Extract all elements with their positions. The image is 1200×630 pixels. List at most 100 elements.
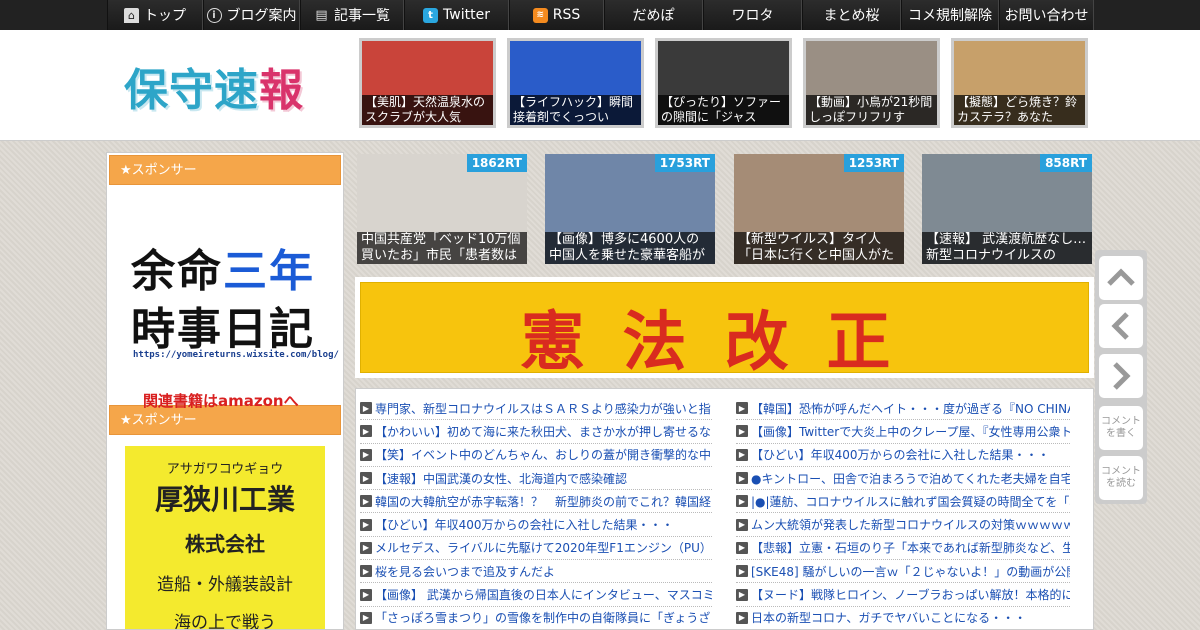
news-item[interactable]: ▶ 【ひどい】年収400万からの会社に入社した結果・・・ xyxy=(360,513,712,537)
site-logo[interactable]: 保守速報 xyxy=(124,54,304,118)
thumb-caption: 【ライフハック】瞬間接着剤でくっつい xyxy=(510,95,641,125)
bullet-icon: ▶ xyxy=(360,518,372,531)
banner-text: 憲法改正 xyxy=(520,305,929,380)
news-item[interactable]: ▶ 【画像】Twitterで大炎上中のクレープ屋、『女性専用公衆トイ xyxy=(736,420,1070,444)
news-item[interactable]: ▶ 「さっぽろ雪まつり」の雪像を制作中の自衛隊員に「ぎょうざ xyxy=(360,607,712,629)
news-item[interactable]: ▶ 【かわいい】初めて海に来た秋田犬、まさか水が押し寄せるな xyxy=(360,420,712,444)
retweet-count-badge: 1253RT xyxy=(843,154,904,172)
ranking-caption: 【速報】 武漢渡航歴なし…新型コロナウイルスの xyxy=(922,232,1092,264)
news-title: 日本の新型コロナ、ガチでヤバいことになる・・・ xyxy=(751,611,1027,626)
news-title: 韓国の大韓航空が赤字転落！？ 新型肺炎の前でこれ？韓国経 xyxy=(375,494,712,509)
news-title: 【ひどい】年収400万からの会社に入社した結果・・・ xyxy=(375,518,674,533)
news-column-left: ▶ 専門家、新型コロナウイルスはＳＡＲＳより感染力が強いと指 ▶ 【かわいい】初めて海… xyxy=(360,397,712,629)
bullet-icon: ▶ xyxy=(360,425,372,438)
news-item[interactable]: ▶ 韓国の大韓航空が赤字転落！？ 新型肺炎の前でこれ？韓国経 xyxy=(360,490,712,514)
sidebar: ★スポンサー 余命三年 時事日記 https://yomeireturns.wi… xyxy=(106,152,344,630)
info-icon: i xyxy=(206,7,222,23)
news-item[interactable]: ▶ 桜を見る会いつまで追及すんだよ xyxy=(360,560,712,584)
ad-company-type: 株式会社 xyxy=(185,532,265,556)
news-item[interactable]: ▶ 【ヌード】戦隊ヒロイン、ノーブラおっぱい解放！本格的に脱ぎ xyxy=(736,583,1070,607)
button-label: コメント xyxy=(1101,416,1141,427)
news-title: [SKE48] 騒がしいの一言ｗ「２じゃないよ！」の動画が公開 xyxy=(751,564,1070,579)
ranking-thumb[interactable]: 1253RT 【新型ウイルス】タイ人「日本に行くと中国人がた xyxy=(734,154,904,264)
sponsor-ad-asagawa[interactable]: アサガワコウギョウ 厚狭川工業 株式会社 造船・外艤装設計 海の上で戦う xyxy=(125,446,325,630)
nav-label: 記事一覧 xyxy=(334,8,390,24)
side-widget-panel: コメント を書く コメント を読む xyxy=(1095,250,1147,504)
header-thumb[interactable]: 【擬態】どら焼き？鈴カステラ？あなた xyxy=(951,38,1088,128)
news-item[interactable]: ▶ 【韓国】恐怖が呼んだヘイト・・・度が過ぎる『NO CHINA』 xyxy=(736,397,1070,421)
news-item[interactable]: ▶ 専門家、新型コロナウイルスはＳＡＲＳより感染力が強いと指 xyxy=(360,397,712,421)
news-item[interactable]: ▶ ●キントロー、田舎で泊まろうで泊めてくれた老夫婦を自宅に深 xyxy=(736,467,1070,491)
news-title: 【笑】イベント中のどんちゃん、おしりの蓋が開き衝撃的な中 xyxy=(375,448,712,463)
news-list: ▶ 専門家、新型コロナウイルスはＳＡＲＳより感染力が強いと指 ▶ 【かわいい】初めて海… xyxy=(355,388,1094,630)
nav-blog-guide[interactable]: i ブログ案内 xyxy=(203,0,300,30)
header-thumb[interactable]: 【ライフハック】瞬間接着剤でくっつい xyxy=(507,38,644,128)
news-title: 桜を見る会いつまで追及すんだよ xyxy=(375,564,556,579)
news-title: 【ひどい】年収400万からの会社に入社した結果・・・ xyxy=(751,448,1050,463)
header-thumb[interactable]: 【動画】小鳥が21秒間しっぽフリフリす xyxy=(803,38,940,128)
nav-contact[interactable]: お問い合わせ xyxy=(999,0,1094,30)
amazon-link[interactable]: 関連書籍はamazonへ xyxy=(143,390,299,411)
ad-title-line2: 時事日記 xyxy=(131,304,315,355)
news-item[interactable]: ▶ [SKE48] 騒がしいの一言ｗ「２じゃないよ！」の動画が公開 xyxy=(736,560,1070,584)
bullet-icon: ▶ xyxy=(736,565,748,578)
nav-rss[interactable]: ≋ RSS xyxy=(509,0,604,30)
nav-top[interactable]: ⌂ トップ xyxy=(107,0,203,30)
banner-frame: 憲法改正 xyxy=(355,277,1094,380)
news-item[interactable]: ▶ 日本の新型コロナ、ガチでヤバいことになる・・・ xyxy=(736,607,1070,629)
news-item[interactable]: ▶ ムン大統領が発表した新型コロナウイルスの対策ｗｗｗｗｗｗ xyxy=(736,513,1070,537)
news-title: ●キントロー、田舎で泊まろうで泊めてくれた老夫婦を自宅に深 xyxy=(751,471,1070,486)
ad-description: 造船・外艤装設計 xyxy=(157,575,293,595)
thumb-caption: 【動画】小鳥が21秒間しっぽフリフリす xyxy=(806,95,937,125)
news-item[interactable]: ▶ 【ひどい】年収400万からの会社に入社した結果・・・ xyxy=(736,444,1070,467)
header-thumb[interactable]: 【美肌】天然温泉水のスクラブが大人気 xyxy=(359,38,496,128)
nav-damepo[interactable]: だめぽ xyxy=(604,0,703,30)
nav-label: コメ規制解除 xyxy=(908,8,992,24)
scroll-top-button[interactable] xyxy=(1099,256,1143,300)
bullet-icon: ▶ xyxy=(360,495,372,508)
read-comment-button[interactable]: コメント を読む xyxy=(1099,456,1143,500)
nav-article-list[interactable]: ▤ 記事一覧 xyxy=(300,0,404,30)
home-icon: ⌂ xyxy=(124,7,139,23)
list-icon: ▤ xyxy=(315,7,328,23)
ranking-thumb[interactable]: 1753RT 【画像】博多に4600人の中国人を乗せた豪華客船が到 xyxy=(545,154,715,264)
nav-label: だめぽ xyxy=(632,8,675,24)
bullet-icon: ▶ xyxy=(360,611,372,624)
chevron-up-icon xyxy=(1107,268,1135,286)
news-title: 「さっぽろ雪まつり」の雪像を制作中の自衛隊員に「ぎょうざ xyxy=(375,611,711,626)
nav-label: ブログ案内 xyxy=(226,8,297,24)
logo-char: 速 xyxy=(214,65,259,116)
news-item[interactable]: ▶ 【画像】 武漢から帰国直後の日本人にインタビュー、マスコミ xyxy=(360,583,712,607)
nav-label: お問い合わせ xyxy=(1004,8,1089,24)
news-item[interactable]: ▶ |●|蓮舫、コロナウイルスに触れず国会質疑の時間全てを「桜が xyxy=(736,490,1070,514)
news-title: 【悲報】立憲・石垣のり子「本来であれば新型肺炎など、生命 xyxy=(751,541,1070,556)
constitution-banner[interactable]: 憲法改正 xyxy=(360,282,1089,380)
logo-char: 保 xyxy=(124,65,169,116)
bullet-icon: ▶ xyxy=(736,448,748,461)
bullet-icon: ▶ xyxy=(360,565,372,578)
nav-matome-sakura[interactable]: まとめ桜 xyxy=(802,0,901,30)
thumb-caption: 【美肌】天然温泉水のスクラブが大人気 xyxy=(362,95,493,125)
header-thumb[interactable]: 【ぴったり】ソファーの隙間に「ジャス xyxy=(655,38,792,128)
write-comment-button[interactable]: コメント を書く xyxy=(1099,406,1143,450)
news-item[interactable]: ▶ 【速報】中国武漢の女性、北海道内で感染確認 xyxy=(360,467,712,491)
prev-article-button[interactable] xyxy=(1099,304,1143,348)
nav-twitter[interactable]: t Twitter xyxy=(404,0,509,30)
ranking-thumb[interactable]: 858RT 【速報】 武漢渡航歴なし…新型コロナウイルスの xyxy=(922,154,1092,264)
nav-warota[interactable]: ワロタ xyxy=(703,0,802,30)
ad-tagline: 海の上で戦う xyxy=(174,613,276,630)
news-item[interactable]: ▶ 【笑】イベント中のどんちゃん、おしりの蓋が開き衝撃的な中 xyxy=(360,444,712,467)
ad-text: 余命 xyxy=(131,246,223,297)
sponsor-ad-jijinikki[interactable]: 余命三年 時事日記 https://yomeireturns.wixsite.c… xyxy=(107,187,343,410)
nav-label: Twitter xyxy=(443,7,490,23)
next-article-button[interactable] xyxy=(1099,354,1143,398)
news-title: 【画像】Twitterで大炎上中のクレープ屋、『女性専用公衆トイ xyxy=(751,424,1070,439)
button-label: を書く xyxy=(1106,428,1136,439)
ranking-thumb[interactable]: 1862RT 中国共産党「ベッド10万個買いたお」市民「患者数は xyxy=(357,154,527,264)
news-item[interactable]: ▶ 【悲報】立憲・石垣のり子「本来であれば新型肺炎など、生命 xyxy=(736,537,1070,561)
ranking-caption: 中国共産党「ベッド10万個買いたお」市民「患者数は xyxy=(357,232,527,264)
nav-comment-unblock[interactable]: コメ規制解除 xyxy=(901,0,999,30)
news-item[interactable]: ▶ メルセデス、ライバルに先駆けて2020年型F1エンジン（PU）の xyxy=(360,537,712,561)
news-title: 【韓国】恐怖が呼んだヘイト・・・度が過ぎる『NO CHINA』 xyxy=(751,401,1070,416)
retweet-count-badge: 1753RT xyxy=(654,154,715,172)
